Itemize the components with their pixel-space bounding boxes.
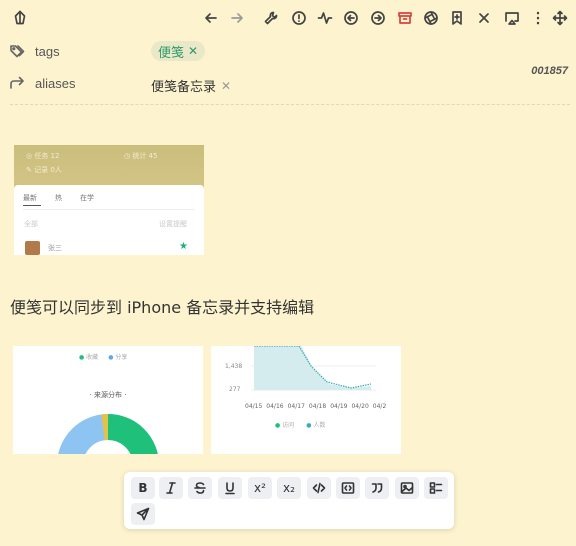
bold-button[interactable]: B — [131, 477, 155, 499]
embedded-image-app-list[interactable]: ◎ 任务 12 ◷ 统计 45 ✎ 记录 0人 最新 热 在学 全部 设置提醒 … — [14, 145, 204, 255]
image-button[interactable] — [395, 477, 419, 499]
donut-chart — [58, 414, 158, 454]
alias-arrow-icon — [9, 75, 27, 93]
send-button[interactable] — [131, 503, 155, 525]
star-icon: ★ — [179, 241, 188, 252]
property-row-tags: tags 便笺 ✕ — [0, 37, 576, 67]
y-axis-label: 277 — [229, 386, 241, 393]
image-row-right: 设置提醒 — [159, 220, 187, 228]
property-key: aliases — [35, 76, 76, 91]
donut-title: · 来源分布 · — [89, 391, 127, 399]
embedded-image-line-chart[interactable]: 1,438 277 04/15 04/16 04/17 04/18 04/19 … — [211, 346, 401, 454]
subscript-button[interactable]: x₂ — [277, 477, 301, 499]
property-key: tags — [35, 44, 60, 59]
image-header-band: ◎ 任务 12 ◷ 统计 45 ✎ 记录 0人 — [14, 145, 204, 189]
property-row-aliases: aliases 便笺备忘录 ✕ — [0, 69, 576, 99]
cast-icon[interactable] — [502, 8, 522, 28]
archive-icon[interactable] — [395, 8, 415, 28]
code-button[interactable] — [307, 477, 331, 499]
embedded-image-donut[interactable]: ● 收藏 ● 分享 · 来源分布 · — [13, 346, 203, 454]
avatar — [25, 241, 40, 255]
superscript-button[interactable]: x² — [248, 477, 272, 499]
alias-value[interactable]: 便笺备忘录 ✕ — [151, 76, 231, 96]
format-toolbar: B x² x₂ — [124, 472, 454, 529]
move-icon[interactable] — [550, 8, 570, 28]
image-tab: 最新 — [23, 194, 37, 202]
more-vertical-icon[interactable] — [528, 8, 548, 28]
tag-label: 便笺 — [158, 45, 185, 61]
alias-label: 便笺备忘录 — [151, 80, 217, 95]
image-user: 张三 — [48, 244, 62, 252]
top-toolbar — [0, 0, 576, 36]
back-icon[interactable] — [201, 8, 221, 28]
remove-tag-icon[interactable]: ✕ — [188, 44, 198, 58]
underline-button[interactable] — [218, 477, 242, 499]
bookmark-add-icon[interactable] — [447, 8, 467, 28]
wrench-icon[interactable] — [261, 8, 281, 28]
image-tab: 热 — [55, 194, 62, 202]
properties-divider — [10, 104, 570, 105]
code-block-button[interactable] — [336, 477, 360, 499]
note-id: 001857 — [531, 65, 568, 77]
caption-text: 便笺可以同步到 iPhone 备忘录并支持编辑 — [10, 298, 315, 317]
donut-legend: ● 收藏 ● 分享 — [79, 354, 128, 361]
italic-button[interactable] — [159, 477, 183, 499]
image-tab: 在学 — [80, 194, 94, 202]
quote-button[interactable] — [365, 477, 389, 499]
circle-left-icon[interactable] — [341, 8, 361, 28]
close-icon[interactable] — [474, 8, 494, 28]
image-card: 最新 热 在学 全部 设置提醒 张三 ★ — [14, 185, 204, 255]
checklist-button[interactable] — [424, 477, 448, 499]
alert-icon[interactable] — [289, 8, 309, 28]
line-legend: ● 访问 ● 人数 — [275, 422, 326, 429]
remove-alias-icon[interactable]: ✕ — [221, 79, 231, 93]
logo-icon[interactable] — [10, 8, 30, 28]
y-axis-label: 1,438 — [225, 363, 243, 370]
image-row-label: 全部 — [24, 220, 38, 228]
activity-icon[interactable] — [315, 8, 335, 28]
tags-icon — [9, 43, 27, 61]
circle-right-icon[interactable] — [368, 8, 388, 28]
strikethrough-button[interactable] — [188, 477, 212, 499]
x-axis-labels: 04/15 04/16 04/17 04/18 04/19 04/20 04/2 — [245, 403, 387, 410]
aperture-icon[interactable] — [421, 8, 441, 28]
tag-chip[interactable]: 便笺 ✕ — [151, 41, 206, 61]
forward-icon[interactable] — [227, 8, 247, 28]
